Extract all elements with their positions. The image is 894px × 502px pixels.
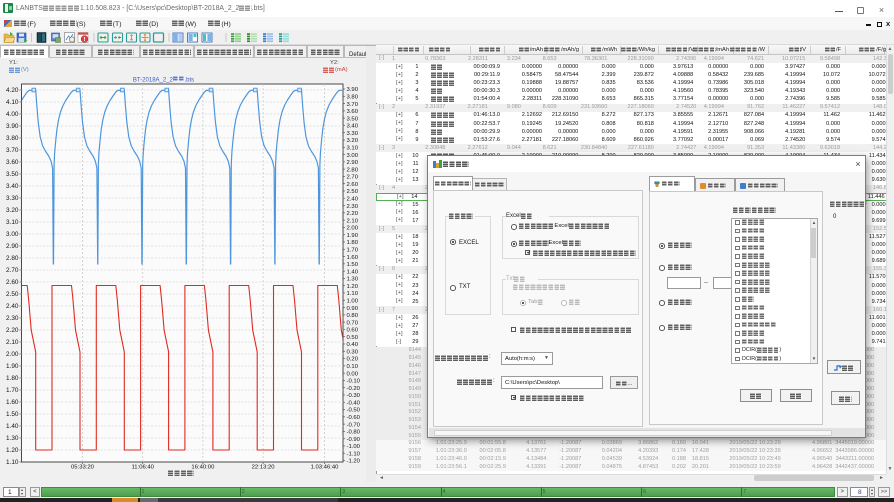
svg-text:3.20: 3.20 (6, 207, 19, 214)
svg-text:-0.40: -0.40 (347, 400, 361, 406)
svg-text:0.40: 0.40 (347, 342, 359, 348)
svg-text:16:40:00: 16:40:00 (191, 465, 215, 471)
svg-text:0.30: 0.30 (347, 349, 359, 355)
svg-text:3.00: 3.00 (347, 153, 359, 159)
svg-text:4.10: 4.10 (6, 99, 19, 106)
svg-text:1.30: 1.30 (6, 435, 19, 442)
svg-text:3.80: 3.80 (347, 94, 359, 100)
svg-text:2.10: 2.10 (6, 339, 19, 346)
svg-text:2.50: 2.50 (6, 291, 19, 298)
svg-text:1.30: 1.30 (347, 277, 359, 283)
svg-text:-0.70: -0.70 (347, 422, 361, 428)
svg-text:2.90: 2.90 (347, 160, 359, 166)
svg-text:1.00: 1.00 (347, 298, 359, 304)
svg-text:1.70: 1.70 (347, 247, 359, 253)
svg-text:2.00: 2.00 (347, 226, 359, 232)
svg-text:1.10: 1.10 (347, 291, 359, 297)
svg-text:3.50: 3.50 (347, 116, 359, 122)
svg-text:1.20: 1.20 (6, 447, 19, 454)
svg-text:2.10: 2.10 (347, 218, 359, 224)
svg-text:3.60: 3.60 (347, 109, 359, 115)
svg-text:1.80: 1.80 (6, 375, 19, 382)
svg-text:1.50: 1.50 (347, 262, 359, 268)
svg-text:-1.10: -1.10 (347, 451, 361, 457)
svg-text:1.40: 1.40 (6, 423, 19, 430)
svg-text:3.90: 3.90 (347, 87, 359, 93)
svg-text:2.20: 2.20 (6, 327, 19, 334)
svg-text:3.50: 3.50 (6, 171, 19, 178)
svg-text:-0.20: -0.20 (347, 386, 361, 392)
svg-text:0.90: 0.90 (347, 306, 359, 312)
svg-text:2.70: 2.70 (6, 267, 19, 274)
svg-text:22:13:20: 22:13:20 (252, 465, 276, 471)
svg-text:2.40: 2.40 (347, 196, 359, 202)
svg-text:4.20: 4.20 (6, 87, 19, 94)
svg-text:2.30: 2.30 (6, 315, 19, 322)
svg-text:-0.60: -0.60 (347, 415, 361, 421)
svg-text:2.80: 2.80 (6, 255, 19, 262)
svg-text:-0.80: -0.80 (347, 430, 361, 436)
svg-text:1.40: 1.40 (347, 269, 359, 275)
svg-text:3.10: 3.10 (347, 145, 359, 151)
svg-text:-1.20: -1.20 (347, 459, 361, 465)
svg-text:1.03:46:40: 1.03:46:40 (311, 465, 340, 471)
svg-text:2.40: 2.40 (6, 303, 19, 310)
svg-text:3.60: 3.60 (6, 159, 19, 166)
svg-text:3.00: 3.00 (6, 231, 19, 238)
svg-text:3.30: 3.30 (6, 195, 19, 202)
svg-text:2.20: 2.20 (347, 211, 359, 217)
svg-text:2.80: 2.80 (347, 167, 359, 173)
svg-text:2.60: 2.60 (6, 279, 19, 286)
svg-text:3.30: 3.30 (347, 131, 359, 137)
svg-text:-0.30: -0.30 (347, 393, 361, 399)
svg-text:0.50: 0.50 (347, 335, 359, 341)
svg-text:1.60: 1.60 (6, 399, 19, 406)
svg-text:2.50: 2.50 (347, 189, 359, 195)
svg-text:0.20: 0.20 (347, 357, 359, 363)
svg-text:0.60: 0.60 (347, 328, 359, 334)
svg-text:3.40: 3.40 (6, 183, 19, 190)
svg-text:3.10: 3.10 (6, 219, 19, 226)
svg-text:3.70: 3.70 (347, 102, 359, 108)
svg-text:1.90: 1.90 (6, 363, 19, 370)
svg-text:1.50: 1.50 (6, 411, 19, 418)
svg-text:0.00: 0.00 (347, 371, 359, 377)
svg-text:4.00: 4.00 (6, 111, 19, 118)
svg-text:2.90: 2.90 (6, 243, 19, 250)
svg-text:1.10: 1.10 (6, 459, 19, 466)
svg-text:-1.00: -1.00 (347, 444, 361, 450)
svg-text:2.30: 2.30 (347, 204, 359, 210)
svg-text:2.00: 2.00 (6, 351, 19, 358)
svg-text:0.10: 0.10 (347, 364, 359, 370)
svg-text:-0.50: -0.50 (347, 408, 361, 414)
svg-text:2.70: 2.70 (347, 175, 359, 181)
svg-text:1.60: 1.60 (347, 255, 359, 261)
svg-text:05:33:20: 05:33:20 (71, 465, 95, 471)
svg-text:0.70: 0.70 (347, 320, 359, 326)
svg-text:1.20: 1.20 (347, 284, 359, 290)
svg-text:1.70: 1.70 (6, 387, 19, 394)
svg-text:1.90: 1.90 (347, 233, 359, 239)
svg-text:-0.90: -0.90 (347, 437, 361, 443)
svg-text:0.80: 0.80 (347, 313, 359, 319)
svg-text:3.90: 3.90 (6, 123, 19, 130)
svg-text:3.80: 3.80 (6, 135, 19, 142)
svg-text:3.40: 3.40 (347, 124, 359, 130)
svg-text:3.70: 3.70 (6, 147, 19, 154)
svg-text:2.60: 2.60 (347, 182, 359, 188)
svg-text:-0.10: -0.10 (347, 379, 361, 385)
svg-text:1.80: 1.80 (347, 240, 359, 246)
svg-text:11:06:40: 11:06:40 (131, 465, 154, 471)
svg-text:3.20: 3.20 (347, 138, 359, 144)
